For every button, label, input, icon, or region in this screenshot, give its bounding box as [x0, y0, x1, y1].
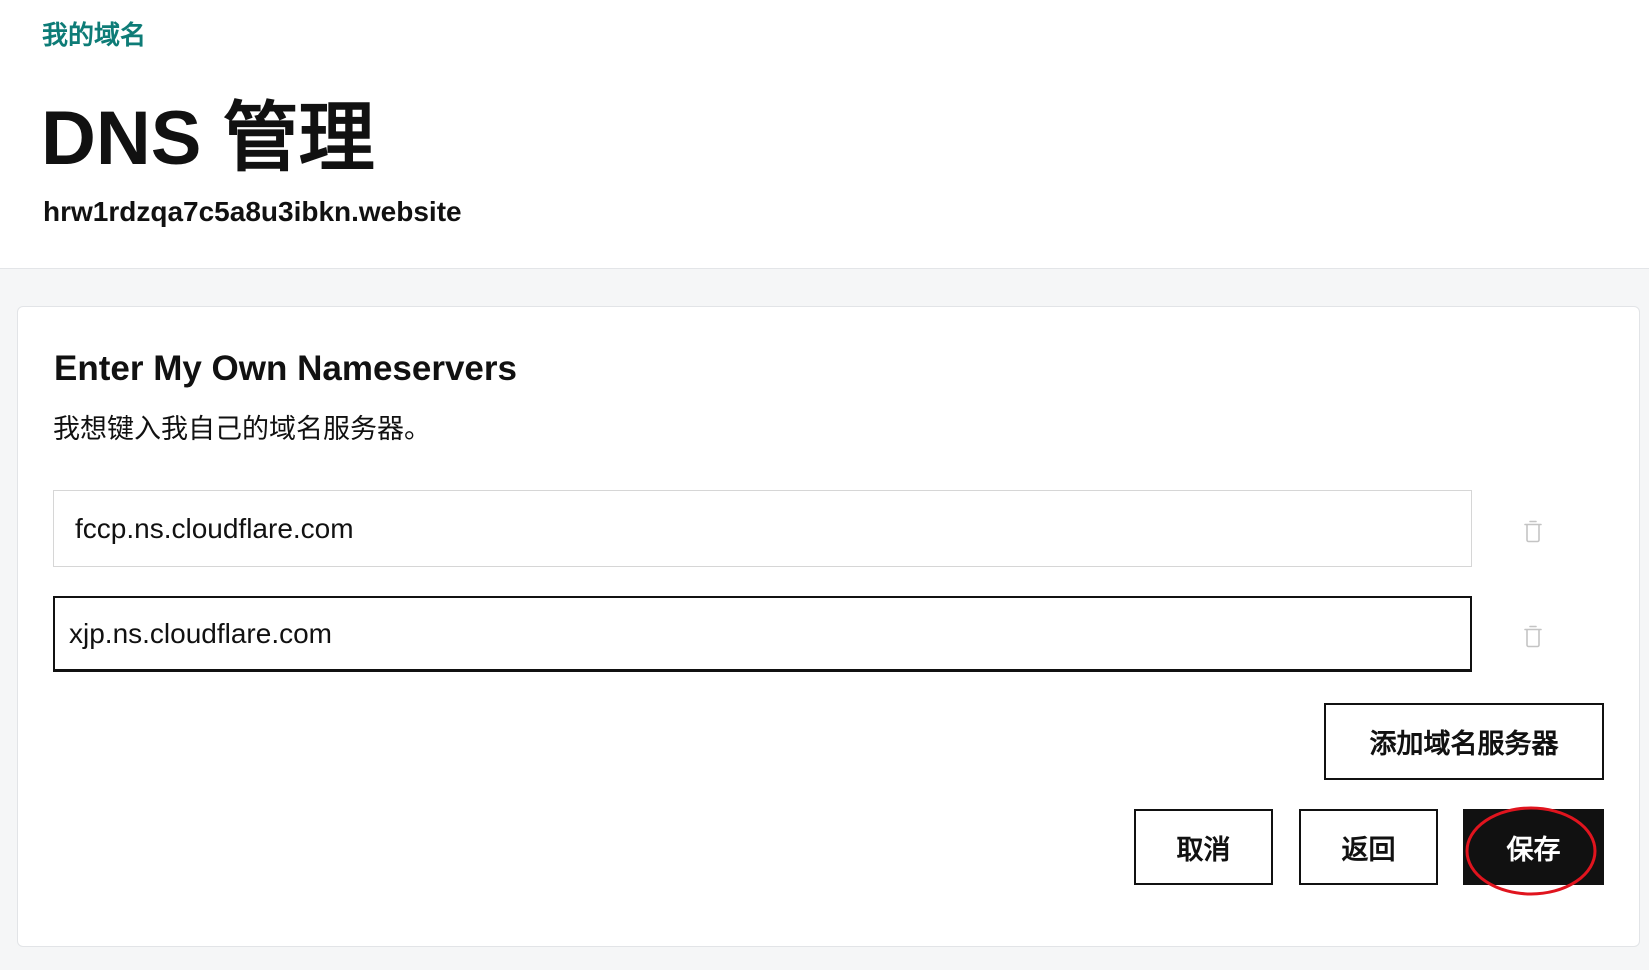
breadcrumb-my-domains[interactable]: 我的域名	[42, 17, 146, 53]
nameserver-input-1[interactable]	[53, 490, 1472, 567]
trash-icon[interactable]	[1522, 518, 1544, 544]
page-header: 我的域名 DNS 管理 hrw1rdzqa7c5a8u3ibkn.website	[0, 0, 1649, 269]
add-nameserver-button[interactable]: 添加域名服务器	[1324, 703, 1604, 780]
trash-icon[interactable]	[1522, 623, 1544, 649]
cancel-button[interactable]: 取消	[1134, 809, 1273, 885]
domain-name: hrw1rdzqa7c5a8u3ibkn.website	[43, 196, 462, 227]
back-button[interactable]: 返回	[1299, 809, 1438, 885]
save-button[interactable]: 保存	[1463, 809, 1604, 885]
card-description: 我想键入我自己的域名服务器。	[53, 414, 431, 444]
page-title: DNS 管理	[41, 96, 375, 181]
nameservers-card: Enter My Own Nameservers 我想键入我自己的域名服务器。 …	[17, 306, 1640, 947]
card-heading: Enter My Own Nameservers	[54, 349, 517, 388]
nameserver-input-2[interactable]	[53, 596, 1472, 672]
